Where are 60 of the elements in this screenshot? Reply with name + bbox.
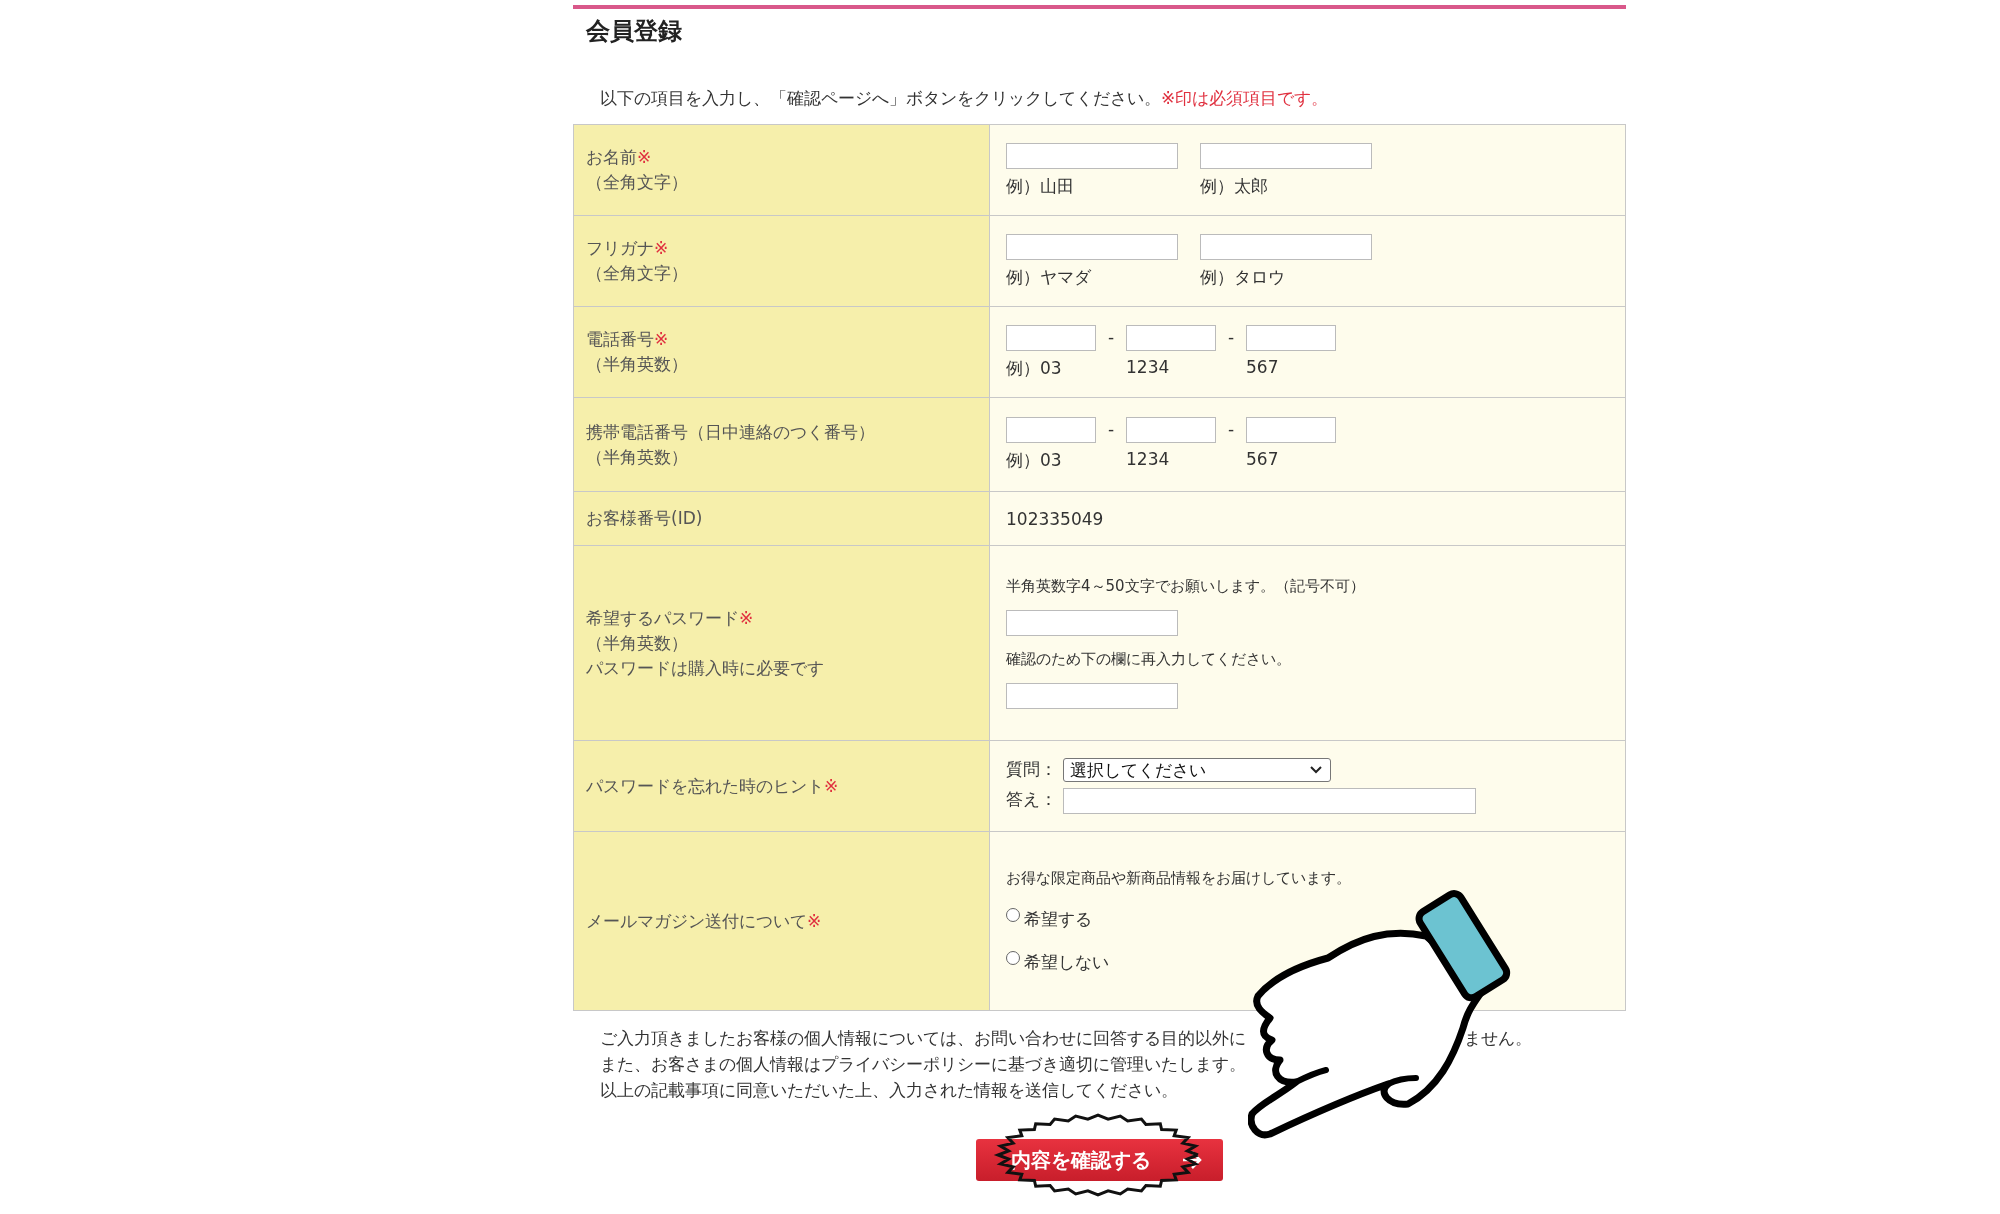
example-text: 例）タロウ	[1200, 265, 1285, 289]
field-sublabel: （半角英数）	[586, 631, 688, 655]
privacy-text: ません。	[1464, 1027, 1532, 1050]
separator-text: -	[1106, 325, 1116, 349]
answer-field[interactable]	[1063, 788, 1476, 814]
page-title: 会員登録	[586, 16, 682, 47]
separator-text: -	[1226, 325, 1236, 349]
question-label: 質問：	[1006, 758, 1057, 781]
field-label: お客様番号(ID)	[586, 507, 703, 530]
example-text: 567	[1246, 356, 1279, 377]
radio-button[interactable]	[1006, 950, 1020, 965]
radio-label[interactable]: 希望しない	[1024, 950, 1109, 974]
example-text: 例）山田	[1006, 174, 1074, 198]
field-label: パスワードを忘れた時のヒント※	[586, 774, 839, 798]
separator-text: -	[1106, 418, 1116, 441]
password-field[interactable]	[1006, 683, 1178, 709]
example-text: 例）03	[1006, 449, 1062, 472]
input-field[interactable]	[1006, 142, 1178, 169]
instruction-text: 以下の項目を入力し、「確認ページへ」ボタンをクリックしてください。※印は必須項目です。	[600, 87, 1330, 110]
field-label: 携帯電話番号（日中連絡のつく番号）	[586, 420, 875, 444]
privacy-text: 以上の記載事項に同意いただいた上、入力された情報を送信してください。	[600, 1079, 1178, 1102]
password-field[interactable]	[1006, 610, 1178, 636]
separator-text: -	[1226, 418, 1236, 441]
field-sublabel: （全角文字）	[586, 262, 688, 285]
input-field[interactable]	[1200, 233, 1372, 260]
example-text: 例）03	[1006, 356, 1062, 380]
hint-text: 確認のため下の欄に再入力してください。	[1006, 650, 1291, 669]
question-select[interactable]: 選択してください	[1063, 758, 1331, 782]
input-field[interactable]	[1126, 417, 1216, 443]
input-field[interactable]	[1246, 324, 1336, 351]
input-field[interactable]	[1200, 142, 1372, 169]
field-sublabel: （半角英数）	[586, 445, 688, 469]
field-label: お名前※	[586, 146, 652, 169]
field-label: 希望するパスワード※	[586, 606, 754, 630]
example-text: 例）ヤマダ	[1006, 265, 1091, 289]
chevron-icon	[1310, 766, 1322, 774]
input-field[interactable]	[1126, 324, 1216, 351]
field-label: フリガナ※	[586, 237, 669, 260]
input-field[interactable]	[1006, 324, 1096, 351]
example-text: 例）太郎	[1200, 174, 1268, 198]
privacy-text: ご入力頂きましたお客様の個人情報については、お問い合わせに回答する目的以外に	[600, 1027, 1246, 1050]
example-text: 567	[1246, 449, 1279, 469]
input-field[interactable]	[1006, 233, 1178, 260]
confirm-button[interactable]: 内容を確認する	[976, 1139, 1223, 1181]
example-text: 1234	[1126, 356, 1170, 377]
radio-label[interactable]: 希望する	[1024, 907, 1092, 931]
input-field[interactable]	[1006, 417, 1096, 443]
answer-label: 答え：	[1006, 788, 1057, 811]
radio-button[interactable]	[1006, 907, 1020, 922]
customer-id: 102335049	[1006, 508, 1104, 529]
info-text: お得な限定商品や新商品情報をお届けしています。	[1006, 868, 1351, 888]
field-sublabel: （半角英数）	[586, 353, 688, 376]
input-field[interactable]	[1246, 417, 1336, 443]
field-sublabel: （全角文字）	[586, 171, 688, 194]
field-label: 電話番号※	[586, 328, 669, 351]
hint-text: 半角英数字4～50文字でお願いします。（記号不可）	[1006, 577, 1365, 596]
example-text: 1234	[1126, 449, 1170, 469]
field-sublabel: パスワードは購入時に必要です	[586, 656, 824, 680]
field-label: メールマガジン送付について※	[586, 909, 822, 933]
privacy-text: また、お客さまの個人情報はプライバシーポリシーに基づき適切に管理いたします。	[600, 1053, 1246, 1076]
